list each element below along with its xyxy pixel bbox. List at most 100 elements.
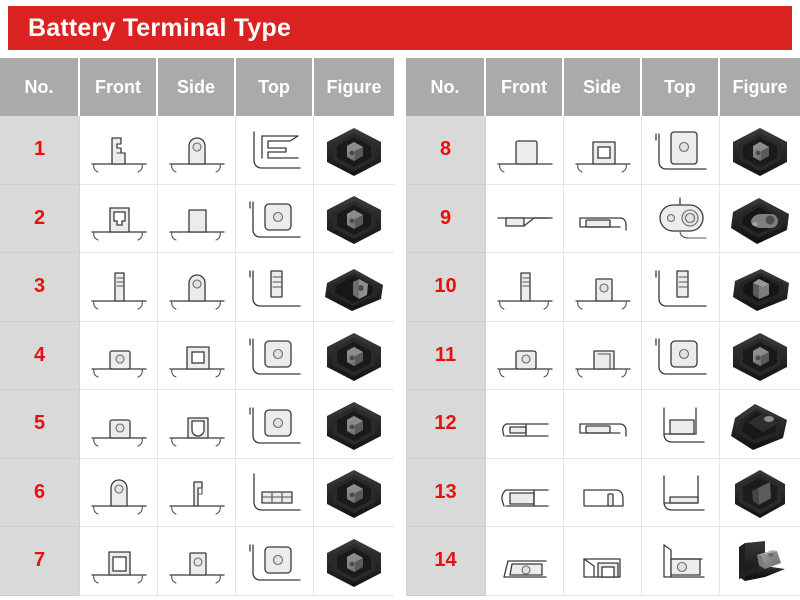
thin-blade-side <box>568 464 638 520</box>
segmented-bar-top <box>240 464 310 520</box>
cell-top[interactable] <box>642 253 720 322</box>
cell-front[interactable] <box>486 527 564 596</box>
cell-top[interactable] <box>642 458 720 527</box>
hex-block-figure <box>319 122 389 178</box>
cell-side[interactable] <box>564 253 642 322</box>
cell-no: 8 <box>406 116 486 185</box>
cell-figure[interactable] <box>720 527 800 596</box>
cell-no: 14 <box>406 527 486 596</box>
table-row[interactable]: 11 <box>406 321 800 390</box>
table-row[interactable]: 14 <box>406 527 800 596</box>
cube-slot-figure <box>725 464 795 520</box>
cell-front[interactable] <box>80 390 158 459</box>
cell-figure[interactable] <box>314 390 394 459</box>
cell-front[interactable] <box>486 253 564 322</box>
page-title: Battery Terminal Type <box>28 13 292 42</box>
table-row[interactable]: 10 <box>406 253 800 322</box>
column-header-figure: Figure <box>720 58 800 116</box>
column-header-top: Top <box>236 58 314 116</box>
cell-figure[interactable] <box>720 253 800 322</box>
cell-top[interactable] <box>236 390 314 459</box>
cell-front[interactable] <box>80 458 158 527</box>
cell-figure[interactable] <box>314 184 394 253</box>
cell-front[interactable] <box>486 458 564 527</box>
low-box-figure <box>725 396 795 452</box>
table-row[interactable]: 8 <box>406 116 800 185</box>
round-top-lug-front <box>84 464 154 520</box>
cell-figure[interactable] <box>314 116 394 185</box>
table-row[interactable]: 12 <box>406 390 800 459</box>
cell-side[interactable] <box>158 458 236 527</box>
round-hole-top <box>240 533 310 589</box>
cell-front[interactable] <box>486 116 564 185</box>
cell-front[interactable] <box>486 184 564 253</box>
cell-front[interactable] <box>80 116 158 185</box>
cell-top[interactable] <box>642 527 720 596</box>
table-row[interactable]: 9 <box>406 184 800 253</box>
cell-front[interactable] <box>486 390 564 459</box>
open-arch-side <box>568 327 638 383</box>
cell-side[interactable] <box>564 116 642 185</box>
cell-side[interactable] <box>158 527 236 596</box>
table-row[interactable]: 6 <box>0 458 394 527</box>
cell-side[interactable] <box>564 458 642 527</box>
table-row[interactable]: 2 <box>0 184 394 253</box>
cell-side[interactable] <box>158 321 236 390</box>
cell-figure[interactable] <box>720 390 800 459</box>
thin-ribbed-post-front <box>490 259 560 315</box>
ribbed-strip-top <box>240 259 310 315</box>
cell-top[interactable] <box>236 253 314 322</box>
cell-side[interactable] <box>158 116 236 185</box>
cell-top[interactable] <box>236 527 314 596</box>
cell-figure[interactable] <box>720 116 800 185</box>
cell-top[interactable] <box>236 116 314 185</box>
cell-side[interactable] <box>564 184 642 253</box>
round-hole-top <box>240 190 310 246</box>
cell-side[interactable] <box>158 253 236 322</box>
flat-slot-side <box>568 396 638 452</box>
table-row[interactable]: 1 <box>0 116 394 185</box>
cell-top[interactable] <box>236 321 314 390</box>
table-row[interactable]: 5 <box>0 390 394 459</box>
cell-figure[interactable] <box>314 253 394 322</box>
cell-front[interactable] <box>80 184 158 253</box>
cell-no: 6 <box>0 458 80 527</box>
table-row[interactable]: 13 <box>406 458 800 527</box>
cell-figure[interactable] <box>314 527 394 596</box>
cell-side[interactable] <box>564 321 642 390</box>
tall-hole-top <box>646 122 716 178</box>
box-post-figure <box>725 259 795 315</box>
column-header-no: No. <box>406 58 486 116</box>
cell-side[interactable] <box>564 527 642 596</box>
table-row[interactable]: 3 <box>0 253 394 322</box>
cell-side[interactable] <box>564 390 642 459</box>
cell-no: 9 <box>406 184 486 253</box>
column-header-side: Side <box>564 58 642 116</box>
cell-side[interactable] <box>158 390 236 459</box>
table-row[interactable]: 4 <box>0 321 394 390</box>
bracket-block-figure <box>725 533 795 589</box>
cell-figure[interactable] <box>314 458 394 527</box>
right-table: No. Front Side Top Figure 8 9 10 11 12 13 14 <box>406 58 800 600</box>
cell-top[interactable] <box>236 184 314 253</box>
cell-front[interactable] <box>486 321 564 390</box>
cell-top[interactable] <box>642 390 720 459</box>
two-hole-round-top <box>646 190 716 246</box>
cell-front[interactable] <box>80 527 158 596</box>
cell-top[interactable] <box>642 116 720 185</box>
cell-top[interactable] <box>236 458 314 527</box>
cell-top[interactable] <box>642 184 720 253</box>
stepped-post-side <box>162 464 232 520</box>
left-table-body: 1234567 <box>0 116 394 596</box>
cell-figure[interactable] <box>720 458 800 527</box>
cell-figure[interactable] <box>720 321 800 390</box>
cell-no: 7 <box>0 527 80 596</box>
cell-top[interactable] <box>642 321 720 390</box>
cell-front[interactable] <box>80 321 158 390</box>
right-table-body: 8 9 10 11 12 13 14 <box>406 116 800 596</box>
cell-figure[interactable] <box>314 321 394 390</box>
cell-front[interactable] <box>80 253 158 322</box>
cell-figure[interactable] <box>720 184 800 253</box>
cell-side[interactable] <box>158 184 236 253</box>
table-row[interactable]: 7 <box>0 527 394 596</box>
